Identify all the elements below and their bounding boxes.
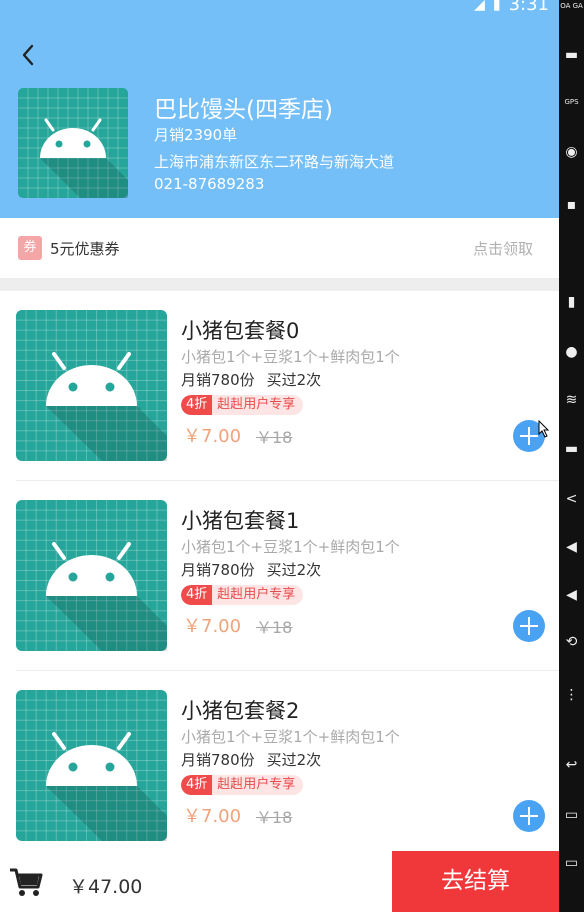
android-icon <box>16 690 167 841</box>
mouse-cursor-icon <box>538 420 550 438</box>
coupon-row[interactable]: 券 5元优惠券 点击领取 <box>0 218 559 278</box>
toolbar-recents-icon[interactable]: ▭ <box>559 856 584 870</box>
product-purchase-count: 买过2次 <box>266 751 322 769</box>
product-stats: 月销780份 买过2次 <box>181 749 321 770</box>
toolbar-battery-icon[interactable]: ▬ <box>559 48 584 62</box>
shopping-cart-icon[interactable] <box>8 865 44 899</box>
toolbar-share-icon[interactable]: < <box>559 492 584 506</box>
android-icon <box>16 310 167 461</box>
product-sales: 月销780份 <box>181 751 255 769</box>
add-to-cart-button[interactable] <box>513 610 545 642</box>
product-name: 小猪包套餐1 <box>181 509 300 533</box>
status-bar: ◢ ▮ 3:31 <box>474 0 549 15</box>
store-address: 上海市浦东新区东二环路与新海大道 <box>154 153 395 171</box>
product-price: ￥7.00 <box>183 806 242 827</box>
promo-tag: 4折 赳赳用户专享 <box>181 395 304 415</box>
status-time: 3:31 <box>508 0 549 15</box>
toolbar-home-icon[interactable]: ▭ <box>559 808 584 822</box>
product-original-price: ￥18 <box>256 428 293 447</box>
product-list[interactable]: 小猪包套餐0 小猪包1个+豆浆1个+鲜肉包1个 月销780份 买过2次 4折 赳赳… <box>0 291 559 851</box>
cart-total: ￥47.00 <box>69 876 143 898</box>
product-item[interactable]: 小猪包套餐2 小猪包1个+豆浆1个+鲜肉包1个 月销780份 买过2次 4折 赳赳… <box>0 671 559 851</box>
product-stats: 月销780份 买过2次 <box>181 559 321 580</box>
product-stats: 月销780份 买过2次 <box>181 369 321 390</box>
battery-icon: ▮ <box>492 0 501 13</box>
product-item[interactable]: 小猪包套餐1 小猪包1个+豆浆1个+鲜肉包1个 月销780份 买过2次 4折 赳赳… <box>0 481 559 671</box>
back-button[interactable] <box>14 38 42 72</box>
toolbar-media-icon[interactable]: ▮ <box>559 295 584 309</box>
android-icon <box>16 500 167 651</box>
promo-label: 赳赳用户专享 <box>217 397 296 412</box>
coupon-icon: 券 <box>18 236 42 260</box>
product-image <box>16 500 167 651</box>
product-sales: 月销780份 <box>181 561 255 579</box>
toolbar-volume-down-icon[interactable]: ◀ <box>559 588 584 602</box>
product-name: 小猪包套餐0 <box>181 319 300 343</box>
product-image <box>16 310 167 461</box>
product-price: ￥7.00 <box>183 616 242 637</box>
toolbar-label-oaga: OA GA <box>560 2 583 10</box>
product-item[interactable]: 小猪包套餐0 小猪包1个+豆浆1个+鲜肉包1个 月销780份 买过2次 4折 赳赳… <box>0 291 559 481</box>
product-description: 小猪包1个+豆浆1个+鲜肉包1个 <box>181 538 400 556</box>
product-original-price: ￥18 <box>256 808 293 827</box>
toolbar-phone-icon[interactable]: ▪ <box>559 198 584 212</box>
product-name: 小猪包套餐2 <box>181 699 300 723</box>
cart-bar: ￥47.00 去结算 <box>0 851 559 912</box>
store-monthly-sales: 月销2390单 <box>154 126 238 144</box>
product-purchase-count: 买过2次 <box>266 561 322 579</box>
product-original-price: ￥18 <box>256 618 293 637</box>
product-description: 小猪包1个+豆浆1个+鲜肉包1个 <box>181 348 400 366</box>
product-price: ￥7.00 <box>183 426 242 447</box>
checkout-button[interactable]: 去结算 <box>392 851 559 912</box>
product-description: 小猪包1个+豆浆1个+鲜肉包1个 <box>181 728 400 746</box>
coupon-title: 5元优惠券 <box>50 240 120 258</box>
discount-badge: 4折 <box>181 395 213 415</box>
store-phone[interactable]: 021-87689283 <box>154 175 264 193</box>
store-logo <box>18 88 128 198</box>
promo-label: 赳赳用户专享 <box>217 587 296 602</box>
discount-badge: 4折 <box>181 585 213 605</box>
toolbar-more-icon[interactable]: ⋮ <box>559 688 584 702</box>
product-sales: 月销780份 <box>181 371 255 389</box>
emulator-toolbar: OA GA ▬ GPS ◉ ▪ ▮ ● ≋ ▬ < ◀ ◀ ⟲ ⋮ ↩ ▭ ▭ <box>559 0 584 912</box>
toolbar-label-gps[interactable]: GPS <box>559 98 584 106</box>
toolbar-back-icon[interactable]: ↩ <box>559 758 584 772</box>
product-image <box>16 690 167 841</box>
toolbar-camera-icon[interactable]: ◉ <box>559 145 584 159</box>
section-divider <box>0 278 559 291</box>
toolbar-chat-icon[interactable]: ▬ <box>559 442 584 456</box>
toolbar-rss-icon[interactable]: ≋ <box>559 393 584 407</box>
back-arrow-icon <box>22 44 34 66</box>
toolbar-rotate-icon[interactable]: ⟲ <box>559 635 584 649</box>
toolbar-dot-icon[interactable]: ● <box>559 345 584 359</box>
add-to-cart-button[interactable] <box>513 800 545 832</box>
promo-label: 赳赳用户专享 <box>217 777 296 792</box>
store-name: 巴比馒头(四季店) <box>154 97 333 123</box>
signal-icon: ◢ <box>474 0 485 13</box>
toolbar-volume-up-icon[interactable]: ◀ <box>559 540 584 554</box>
promo-tag: 4折 赳赳用户专享 <box>181 585 304 605</box>
store-header: ◢ ▮ 3:31 巴比馒头(四季店) 月销2390单 上海市浦东新区东二环路与新… <box>0 0 559 218</box>
promo-tag: 4折 赳赳用户专享 <box>181 775 304 795</box>
claim-coupon-button[interactable]: 点击领取 <box>473 238 533 259</box>
product-purchase-count: 买过2次 <box>266 371 322 389</box>
discount-badge: 4折 <box>181 775 213 795</box>
